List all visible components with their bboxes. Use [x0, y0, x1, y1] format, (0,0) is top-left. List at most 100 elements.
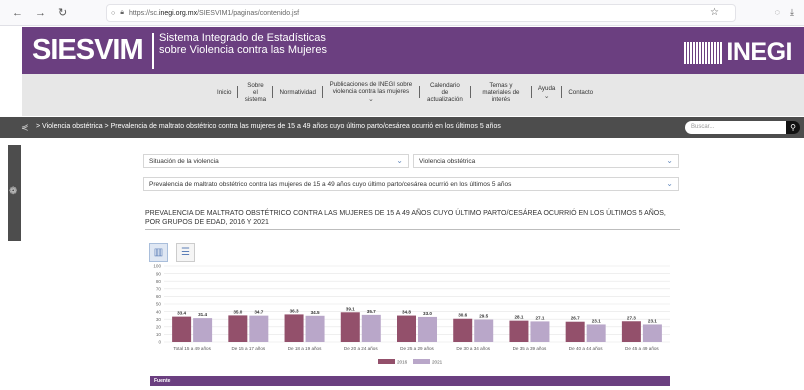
shield-icon: ○	[111, 9, 116, 17]
situacion-select[interactable]: Situación de la violencia ⌄	[143, 154, 409, 168]
data-label: 23.1	[592, 318, 601, 323]
pocket-icon[interactable]: ◌	[775, 7, 780, 18]
menu-item-calendario[interactable]: Calendario de actualización	[420, 82, 470, 103]
bar-2021	[530, 321, 550, 342]
x-tick-label: De 15 a 17 años	[231, 346, 265, 351]
y-tick-label: 70	[156, 287, 162, 292]
bar-2016	[397, 315, 416, 342]
y-tick-label: 60	[156, 294, 162, 299]
menu-item-contacto[interactable]: Contacto	[562, 89, 599, 96]
forward-arrow-icon[interactable]: →	[35, 7, 46, 19]
y-tick-label: 50	[156, 302, 162, 307]
y-tick-label: 0	[158, 340, 161, 345]
menu-item-publicaciones[interactable]: Publicaciones de INEGI sobre violencia c…	[323, 81, 419, 103]
x-tick-label: De 20 a 24 años	[344, 346, 378, 351]
page-title: PREVALENCIA DE MALTRATO OBSTÉTRICO CONTR…	[145, 210, 666, 226]
search-input[interactable]: Buscar...	[685, 121, 786, 134]
reload-icon[interactable]: ↻	[58, 6, 67, 19]
bookmark-star-icon[interactable]: ☆	[710, 7, 719, 18]
data-label: 34.8	[402, 310, 411, 315]
data-label: 36.3	[290, 308, 299, 313]
back-arrow-icon[interactable]: ←	[12, 7, 23, 19]
bar-2021	[249, 315, 269, 342]
siesvim-logo[interactable]: SIESVIM	[32, 34, 144, 67]
y-tick-label: 40	[156, 309, 162, 314]
site-header: SIESVIM Sistema Integrado de Estadística…	[22, 27, 804, 74]
table-view-toggle[interactable]: ☰	[176, 243, 195, 262]
menu-item-publicaciones-label: Publicaciones de INEGI sobre violencia c…	[329, 81, 413, 95]
x-tick-label: De 25 a 29 años	[400, 346, 434, 351]
data-label: 27.3	[627, 315, 636, 320]
table-icon: ☰	[181, 247, 190, 258]
bar-2021	[586, 324, 606, 342]
chevron-down-icon: ⌄	[367, 96, 374, 103]
x-tick-label: De 40 a 44 años	[569, 346, 603, 351]
data-label: 33.4	[177, 311, 186, 316]
data-label: 39.1	[346, 306, 355, 311]
data-label: 23.1	[648, 318, 657, 323]
bar-2021	[474, 319, 494, 342]
bar-2016	[621, 321, 641, 342]
bar-2021	[305, 315, 325, 342]
menu-item-ayuda[interactable]: Ayuda ⌄	[532, 85, 561, 100]
fuente-header[interactable]: Fuente	[150, 376, 670, 386]
chevron-down-icon: ⌄	[543, 92, 550, 100]
data-label: 31.4	[198, 312, 207, 317]
search-icon: ⚲	[790, 123, 796, 132]
x-tick-label: De 30 a 34 años	[456, 346, 490, 351]
bar-chart: 0 10 20 30 40 50 60 70 80 90 100 33.4 31.4 Total 15 a…	[153, 264, 670, 365]
data-label: 27.1	[535, 315, 544, 320]
inegi-logo[interactable]: INEGI	[684, 38, 792, 67]
x-tick-label: De 35 a 39 años	[513, 346, 547, 351]
x-tick-label: De 45 a 49 años	[625, 346, 659, 351]
tipo-violencia-select[interactable]: Violencia obstétrica ⌄	[413, 154, 679, 168]
bar-2016	[284, 314, 304, 342]
indicador-select[interactable]: Prevalencia de maltrato obstétrico contr…	[143, 177, 679, 191]
indicador-select-value: Prevalencia de maltrato obstétrico contr…	[149, 181, 512, 188]
gear-icon: ❁	[9, 186, 18, 197]
chevron-down-icon: ⌄	[396, 156, 403, 165]
bar-2016	[340, 312, 360, 342]
y-tick-label: 30	[156, 317, 162, 322]
settings-side-tab[interactable]: ❁	[8, 145, 21, 241]
menu-item-ayuda-label: Ayuda	[537, 84, 556, 92]
search-button[interactable]: ⚲	[786, 121, 800, 134]
download-icon[interactable]: ⤓	[790, 7, 794, 18]
share-nodes-icon[interactable]: ⋞	[21, 122, 29, 133]
bar-2016	[228, 315, 248, 342]
x-tick-label: Total 15 a 49 años	[173, 346, 211, 351]
data-label: 34.5	[311, 310, 320, 315]
inegi-pixel-icon	[684, 41, 723, 64]
data-label: 35.0	[233, 309, 242, 314]
bar-2021	[642, 324, 662, 342]
bar-2016	[565, 321, 585, 342]
menu-item-inicio[interactable]: Inicio	[211, 89, 237, 96]
bar-chart-toggle[interactable]: ▥	[149, 243, 168, 262]
menu-item-normatividad[interactable]: Normatividad	[273, 89, 321, 96]
bar-2016	[453, 318, 473, 342]
x-tick-label: De 18 a 19 años	[288, 346, 322, 351]
data-label: 28.1	[514, 315, 523, 320]
y-tick-label: 90	[156, 271, 162, 276]
site-subtitle: Sistema Integrado de Estadísticas sobre …	[159, 32, 327, 56]
legend-swatch-2016	[378, 359, 395, 364]
menu-item-sobre-el-sistema[interactable]: Sobre el sistema	[238, 82, 272, 103]
url-text: https://sc.inegi.org.mx/SIESVIM1/paginas…	[128, 9, 300, 17]
y-tick-label: 20	[156, 325, 162, 330]
main-menu: Inicio Sobre el sistema Normatividad Pub…	[22, 74, 804, 116]
lock-icon: 🔒︎	[120, 9, 124, 16]
data-label: 29.5	[479, 314, 488, 319]
breadcrumb[interactable]: > Violencia obstétrica > Prevalencia de …	[36, 123, 501, 130]
legend-swatch-2021	[413, 359, 430, 364]
data-label: 35.7	[367, 309, 376, 314]
situacion-select-value: Situación de la violencia	[149, 158, 219, 165]
bar-chart-icon: ▥	[153, 247, 164, 258]
browser-nav: ← → ↻	[0, 6, 100, 20]
chevron-down-icon: ⌄	[666, 179, 673, 188]
breadcrumb-bar: ⋞ > Violencia obstétrica > Prevalencia d…	[0, 117, 804, 138]
legend-label-2021: 2021	[432, 360, 443, 365]
menu-item-temas[interactable]: Temas y materiales de interés	[471, 82, 531, 103]
tipo-violencia-select-value: Violencia obstétrica	[419, 158, 476, 165]
address-bar[interactable]: ○ 🔒︎ https://sc.inegi.org.mx/SIESVIM1/pa…	[106, 4, 736, 22]
bar-2021	[193, 318, 213, 342]
